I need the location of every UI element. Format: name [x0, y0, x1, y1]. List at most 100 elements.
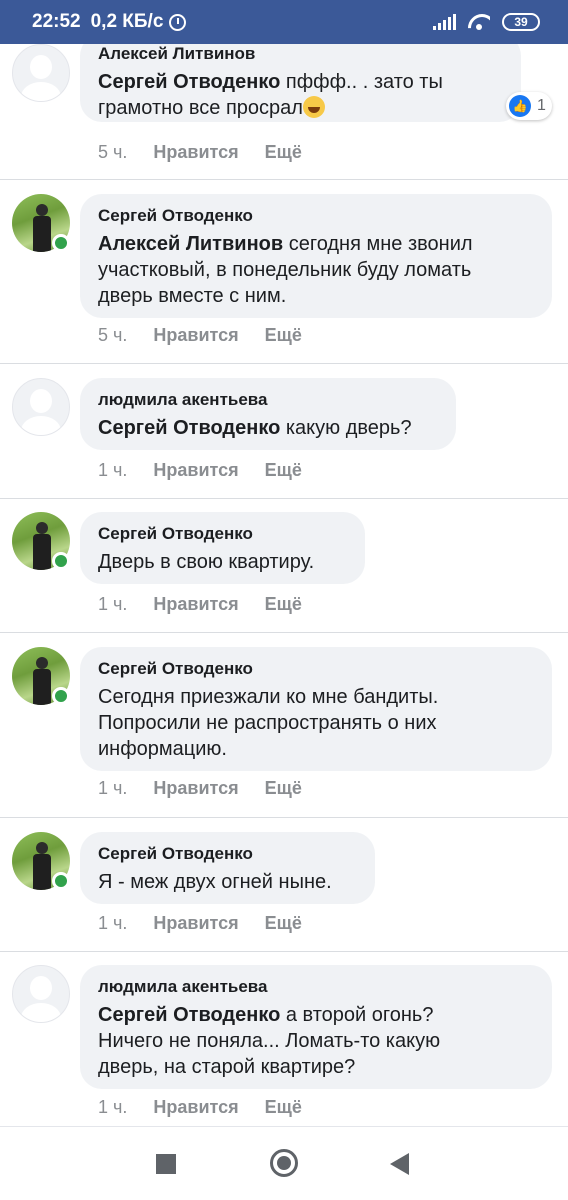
comment-text-line: Дверь в свою квартиру.: [98, 551, 315, 573]
online-status-icon: [52, 552, 70, 570]
comment-text: Сергей Отводенко какую дверь?: [98, 415, 438, 441]
comment-bubble[interactable]: Сергей Отводенко Алексей Литвинов сегодн…: [80, 194, 552, 318]
more-button[interactable]: Ещё: [265, 593, 302, 615]
comment-text: Сергей Отводенко пффф.. . зато ты грамот…: [98, 69, 503, 121]
recents-square-icon[interactable]: [156, 1154, 176, 1174]
comment-text-line: Сегодня приезжали ко мне бандиты.: [98, 686, 439, 708]
mention-link[interactable]: Алексей Литвинов: [98, 233, 283, 255]
comment-bubble[interactable]: Алексей Литвинов Сергей Отводенко пффф..…: [80, 44, 521, 122]
comment-text-line: Попросили не распространять о них: [98, 712, 437, 734]
like-reaction-icon: 👍: [509, 95, 531, 117]
comment-text-line: пффф.. . зато ты: [285, 71, 443, 93]
comment-bubble[interactable]: Сергей Отводенко Сегодня приезжали ко мн…: [80, 647, 552, 771]
comment-meta: 5 ч. Нравится Ещё: [98, 324, 302, 346]
like-button[interactable]: Нравится: [153, 141, 238, 163]
network-speed-label: 0,2 КБ/с: [90, 11, 164, 32]
comment-meta: 1 ч. Нравится Ещё: [98, 1096, 302, 1118]
reaction-count-label: 1: [537, 97, 546, 114]
comment-author[interactable]: Сергей Отводенко: [98, 523, 347, 545]
comment-time: 1 ч.: [98, 913, 128, 933]
comment-meta: 1 ч. Нравится Ещё: [98, 912, 302, 934]
divider: [0, 179, 568, 180]
comment-meta: 1 ч. Нравится Ещё: [98, 777, 302, 799]
divider: [0, 951, 568, 952]
comment-text: Сегодня приезжали ко мне бандиты. Попрос…: [98, 684, 534, 762]
comment-author[interactable]: Алексей Литвинов: [98, 44, 503, 65]
comments-feed[interactable]: Алексей Литвинов Сергей Отводенко пффф..…: [0, 44, 568, 1126]
comment-text-line: а второй огонь?: [285, 1004, 434, 1026]
more-button[interactable]: Ещё: [265, 459, 302, 481]
mention-link[interactable]: Сергей Отводенко: [98, 71, 280, 93]
mention-link[interactable]: Сергей Отводенко: [98, 1004, 280, 1026]
battery-level: 39: [514, 15, 528, 29]
home-circle-icon[interactable]: [270, 1149, 298, 1177]
divider: [0, 498, 568, 499]
more-button[interactable]: Ещё: [265, 777, 302, 799]
more-button[interactable]: Ещё: [265, 912, 302, 934]
like-button[interactable]: Нравится: [153, 912, 238, 934]
comment-time: 1 ч.: [98, 778, 128, 798]
comment-text-line: дверь, на старой квартире?: [98, 1056, 356, 1078]
comment-meta: 5 ч. Нравится Ещё: [98, 141, 302, 163]
like-button[interactable]: Нравится: [153, 777, 238, 799]
mention-link[interactable]: Сергей Отводенко: [98, 417, 280, 439]
comment-text: Я - меж двух огней ныне.: [98, 869, 357, 895]
comment-bubble[interactable]: Сергей Отводенко Дверь в свою квартиру.: [80, 512, 365, 584]
comment-bubble[interactable]: людмила акентьева Сергей Отводенко какую…: [80, 378, 456, 450]
avatar[interactable]: [12, 44, 70, 102]
comment-text-line: грамотно все просрал: [98, 97, 303, 119]
comment-bubble[interactable]: людмила акентьева Сергей Отводенко а вто…: [80, 965, 552, 1089]
like-button[interactable]: Нравится: [153, 1096, 238, 1118]
comment-author[interactable]: людмила акентьева: [98, 389, 438, 411]
online-status-icon: [52, 872, 70, 890]
comment-text-line: сегодня мне звонил: [288, 233, 473, 255]
network-speed: 0,2 КБ/с: [91, 11, 187, 33]
comment-bubble[interactable]: Сергей Отводенко Я - меж двух огней ныне…: [80, 832, 375, 904]
battery-icon: 39: [502, 13, 540, 31]
online-status-icon: [52, 234, 70, 252]
laughing-emoji-icon: [302, 96, 325, 118]
comment-text-line: участковый, в понедельник буду ломать: [98, 259, 472, 281]
comment-author[interactable]: Сергей Отводенко: [98, 205, 534, 227]
avatar-person-icon: [36, 204, 48, 216]
comment-time: 1 ч.: [98, 1097, 128, 1117]
more-button[interactable]: Ещё: [265, 1096, 302, 1118]
divider: [0, 363, 568, 364]
divider: [0, 817, 568, 818]
comment-text-line: дверь вместе с ним.: [98, 285, 287, 307]
like-button[interactable]: Нравится: [153, 324, 238, 346]
avatar-person-icon: [36, 842, 48, 854]
reaction-count[interactable]: 👍 1: [506, 92, 552, 120]
comment-text: Дверь в свою квартиру.: [98, 549, 347, 575]
comment-time: 5 ч.: [98, 142, 128, 162]
comment-author[interactable]: Сергей Отводенко: [98, 658, 534, 680]
comment-time: 1 ч.: [98, 460, 128, 480]
comment-author[interactable]: Сергей Отводенко: [98, 843, 357, 865]
status-icons: 39: [433, 13, 540, 31]
more-button[interactable]: Ещё: [265, 324, 302, 346]
comment-text-line: Я - меж двух огней ныне.: [98, 871, 332, 893]
like-button[interactable]: Нравится: [153, 593, 238, 615]
online-status-icon: [52, 687, 70, 705]
comment-text-line: какую дверь?: [285, 417, 412, 439]
back-triangle-icon[interactable]: [390, 1153, 409, 1175]
avatar[interactable]: [12, 378, 70, 436]
comment-text: Алексей Литвинов сегодня мне звонил учас…: [98, 231, 534, 309]
comment-author[interactable]: людмила акентьева: [98, 976, 534, 998]
avatar-person-icon: [36, 522, 48, 534]
like-button[interactable]: Нравится: [153, 459, 238, 481]
comment-text: Сергей Отводенко а второй огонь? Ничего …: [98, 1002, 534, 1080]
divider: [0, 632, 568, 633]
navigation-bar: [0, 1126, 568, 1200]
status-time: 22:52: [32, 11, 81, 32]
wifi-icon: [468, 14, 490, 30]
comment-text-line: Ничего не поняла... Ломать-то какую: [98, 1030, 441, 1052]
comment-meta: 1 ч. Нравится Ещё: [98, 459, 302, 481]
comment-time: 1 ч.: [98, 594, 128, 614]
alarm-icon: [169, 13, 187, 31]
comment-text-line: информацию.: [98, 738, 227, 760]
avatar[interactable]: [12, 965, 70, 1023]
more-button[interactable]: Ещё: [265, 141, 302, 163]
comment-time: 5 ч.: [98, 325, 128, 345]
avatar-person-icon: [36, 657, 48, 669]
